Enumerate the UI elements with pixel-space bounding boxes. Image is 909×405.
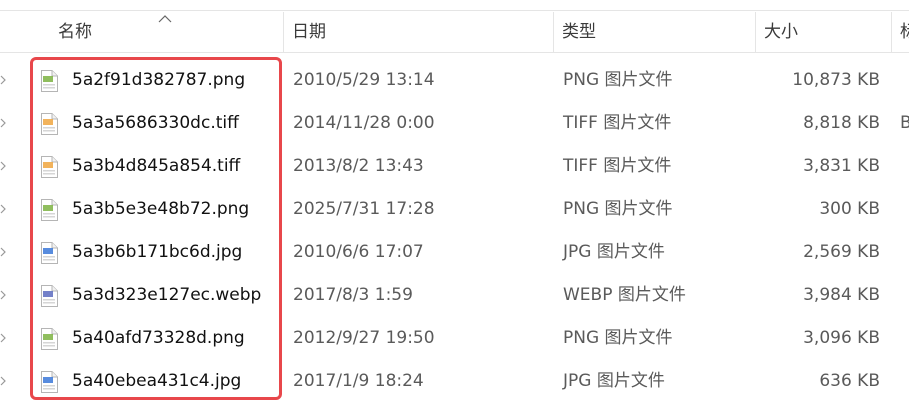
- chevron-right-icon: [0, 204, 6, 214]
- chevron-right-icon: [0, 75, 6, 85]
- file-row[interactable]: 5a3a5686330dc.tiff 2014/11/28 0:00 TIFF 图片…: [0, 102, 909, 145]
- column-header-date[interactable]: 日期: [284, 12, 554, 52]
- file-type: TIFF 图片文件: [563, 113, 672, 133]
- file-size: 3,984 KB: [803, 285, 880, 305]
- column-header-type[interactable]: 类型: [554, 12, 756, 52]
- chevron-right-icon: [0, 333, 6, 343]
- chevron-right-icon: [0, 118, 6, 128]
- file-type: PNG 图片文件: [563, 328, 673, 348]
- file-type: TIFF 图片文件: [563, 156, 672, 176]
- file-date: 2014/11/28 0:00: [293, 113, 435, 133]
- file-type: PNG 图片文件: [563, 70, 673, 90]
- file-row[interactable]: 5a3b5e3e48b72.png 2025/7/31 17:28 PNG 图片文件…: [0, 188, 909, 231]
- chevron-right-icon: [0, 290, 6, 300]
- file-row[interactable]: 5a40afd73328d.png 2012/9/27 19:50 PNG 图片文件…: [0, 317, 909, 360]
- chevron-right-icon: [0, 376, 6, 386]
- file-size: 300 KB: [819, 199, 880, 219]
- file-size: 3,831 KB: [803, 156, 880, 176]
- webp-file-icon: [41, 285, 58, 307]
- tiff-file-icon: [41, 113, 58, 135]
- png-file-icon: [41, 328, 58, 350]
- jpg-file-icon: [41, 242, 58, 264]
- file-name: 5a40ebea431c4.jpg: [72, 371, 242, 391]
- file-size: 2,569 KB: [803, 242, 880, 262]
- top-divider: [0, 0, 909, 11]
- file-date: 2010/5/29 13:14: [293, 70, 435, 90]
- column-header-more[interactable]: 标: [892, 12, 909, 52]
- file-date: 2010/6/6 17:07: [293, 242, 424, 262]
- file-size: 636 KB: [819, 371, 880, 391]
- column-header-size-label: 大小: [764, 22, 798, 42]
- column-header-name-label: 名称: [58, 22, 92, 42]
- file-type: JPG 图片文件: [563, 371, 665, 391]
- column-header-date-label: 日期: [292, 22, 326, 42]
- file-name: 5a3b6b171bc6d.jpg: [72, 242, 243, 262]
- file-extra-column: B: [900, 113, 909, 133]
- column-header-bar: 名称 日期 类型 大小 标: [0, 12, 909, 53]
- file-type: PNG 图片文件: [563, 199, 673, 219]
- file-type: JPG 图片文件: [563, 242, 665, 262]
- file-date: 2012/9/27 19:50: [293, 328, 435, 348]
- png-file-icon: [41, 199, 58, 221]
- file-name: 5a2f91d382787.png: [72, 70, 246, 90]
- chevron-right-icon: [0, 161, 6, 171]
- file-type: WEBP 图片文件: [563, 285, 686, 305]
- chevron-right-icon: [0, 247, 6, 257]
- file-name: 5a3d323e127ec.webp: [72, 285, 262, 305]
- file-size: 3,096 KB: [803, 328, 880, 348]
- file-name: 5a3b4d845a854.tiff: [72, 156, 241, 176]
- column-header-size[interactable]: 大小: [756, 12, 892, 52]
- tiff-file-icon: [41, 156, 58, 178]
- file-explorer-view: 名称 日期 类型 大小 标 5a2f91d382787.png 2010/5/29…: [0, 0, 909, 405]
- file-size: 10,873 KB: [792, 70, 880, 90]
- file-name: 5a3a5686330dc.tiff: [72, 113, 239, 133]
- column-header-more-label: 标: [900, 22, 909, 42]
- file-row[interactable]: 5a3d323e127ec.webp 2017/8/3 1:59 WEBP 图片文件…: [0, 274, 909, 317]
- file-list: 5a2f91d382787.png 2010/5/29 13:14 PNG 图片文件…: [0, 59, 909, 403]
- file-row[interactable]: 5a40ebea431c4.jpg 2017/1/9 18:24 JPG 图片文件 6…: [0, 360, 909, 403]
- file-date: 2017/1/9 18:24: [293, 371, 424, 391]
- png-file-icon: [41, 70, 58, 92]
- file-date: 2025/7/31 17:28: [293, 199, 435, 219]
- file-row[interactable]: 5a3b4d845a854.tiff 2013/8/2 13:43 TIFF 图片文…: [0, 145, 909, 188]
- column-header-type-label: 类型: [562, 22, 596, 42]
- file-date: 2017/8/3 1:59: [293, 285, 413, 305]
- file-name: 5a3b5e3e48b72.png: [72, 199, 250, 219]
- jpg-file-icon: [41, 371, 58, 393]
- file-row[interactable]: 5a3b6b171bc6d.jpg 2010/6/6 17:07 JPG 图片文件 2…: [0, 231, 909, 274]
- file-name: 5a40afd73328d.png: [72, 328, 245, 348]
- file-date: 2013/8/2 13:43: [293, 156, 424, 176]
- file-size: 8,818 KB: [803, 113, 880, 133]
- file-row[interactable]: 5a2f91d382787.png 2010/5/29 13:14 PNG 图片文件…: [0, 59, 909, 102]
- column-header-name[interactable]: 名称: [50, 12, 284, 52]
